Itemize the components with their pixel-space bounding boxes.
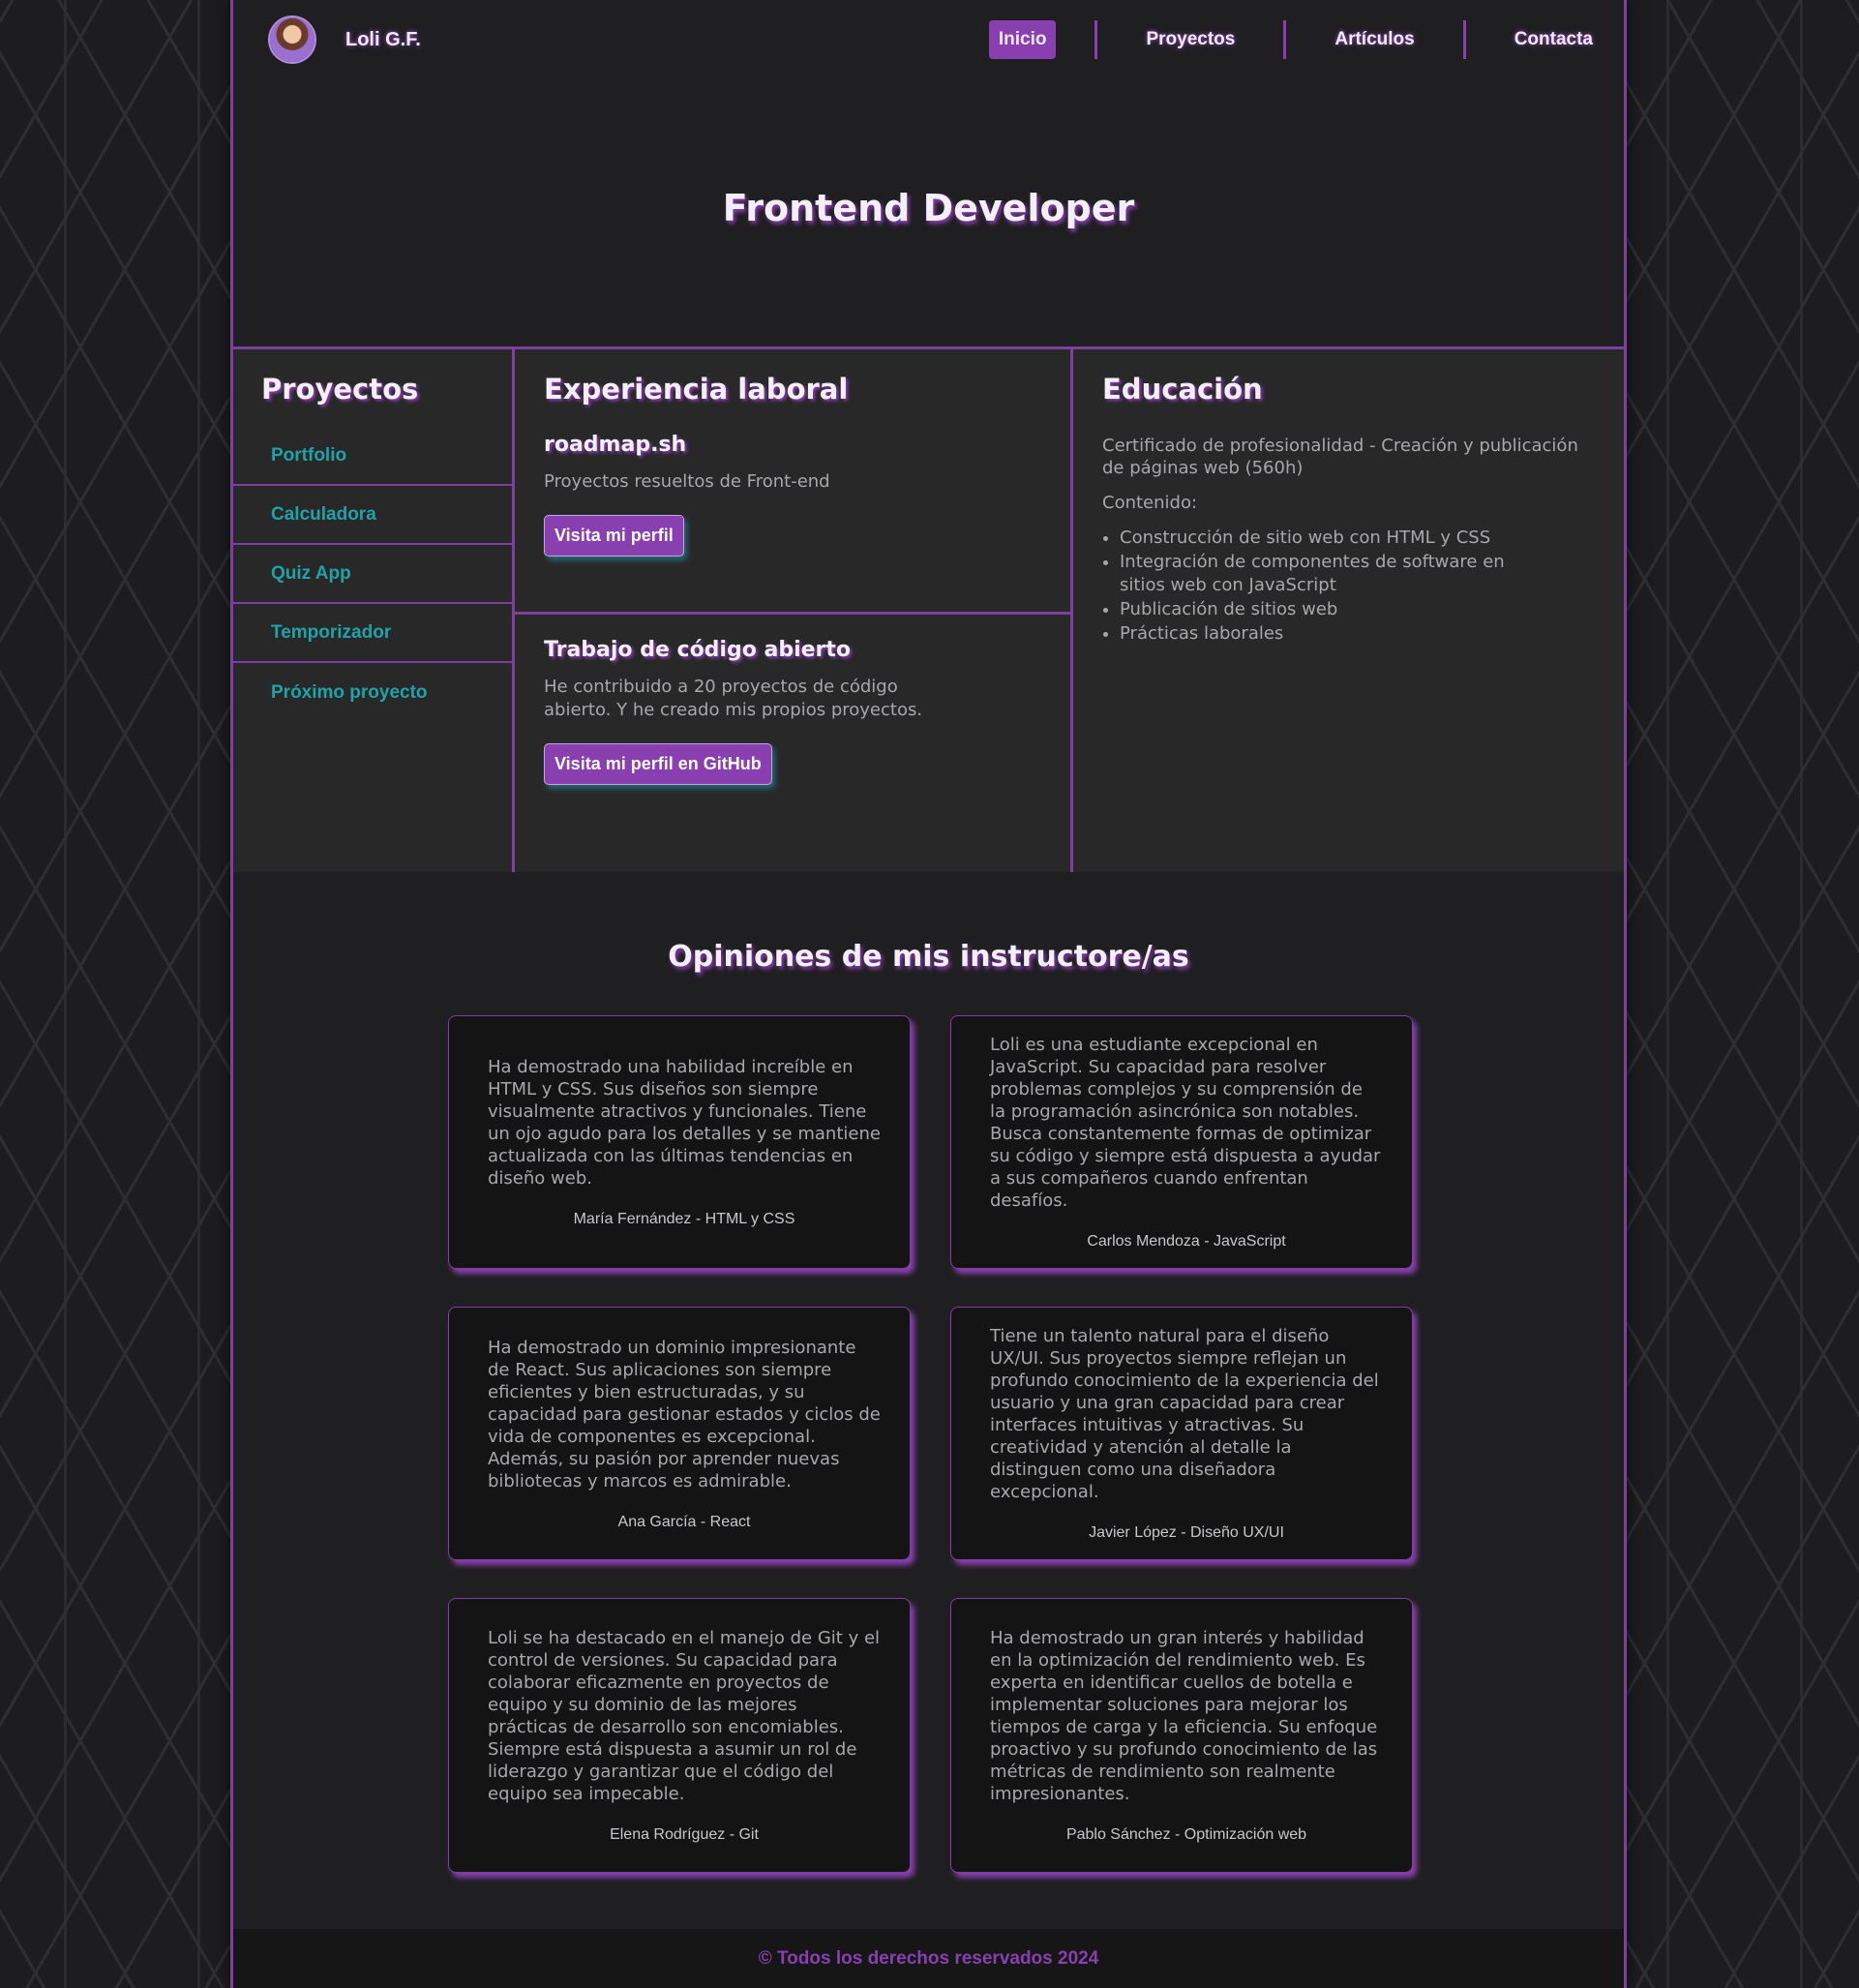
brand-name[interactable]: Loli G.F. [345,29,421,51]
opinion-card: Tiene un talento natural para el diseño … [950,1307,1413,1560]
opinion-author: Pablo Sánchez - Optimización web [1065,1826,1307,1843]
content-label: Contenido: [1102,493,1198,513]
site-header: Loli G.F. Inicio Proyectos Artículos Con… [233,0,1624,82]
opinion-author: Elena Rodríguez - Git [610,1826,759,1843]
opinion-author: María Fernández - HTML y CSS [573,1211,795,1227]
content-list: Construcción de sitio web con HTML y CSS… [1102,527,1555,646]
nav-divider [1462,20,1466,59]
visit-profile-button[interactable]: Visita mi perfil [544,515,684,557]
projects-column: Proyectos Portfolio Calculadora Quiz App… [233,349,515,872]
nav-inicio[interactable]: Inicio [988,20,1057,59]
opinion-card: Loli es una estudiante excepcional en Ja… [950,1015,1413,1269]
education-column: Educación Certificado de profesionalidad… [1073,349,1624,872]
opinion-card: Ha demostrado un dominio impresionante d… [448,1307,911,1560]
hero-title: Frontend Developer [722,187,1135,230]
nav-divider [1094,20,1098,59]
list-item: Integración de componentes de software e… [1120,551,1555,597]
job-title: roadmap.sh [544,433,687,457]
opinion-card: Loli se ha destacado en el manejo de Git… [448,1598,911,1873]
avatar[interactable] [270,17,315,62]
job-description: He contribuido a 20 proyectos de código … [544,677,923,720]
nav-contacta[interactable]: Contacta [1505,20,1603,59]
project-link-calculadora[interactable]: Calculadora [233,486,512,545]
nav-proyectos[interactable]: Proyectos [1136,20,1244,59]
list-item: Publicación de sitios web [1120,598,1555,621]
opinion-text: Loli se ha destacado en el manejo de Git… [488,1628,881,1804]
experience-title: Experiencia laboral [544,373,849,406]
certificate-text: Certificado de profesionalidad - Creació… [1102,436,1578,478]
opinions-grid: Ha demostrado una habilidad increíble en… [448,1015,1416,1873]
experience-column: Experiencia laboral roadmap.sh Proyectos… [515,349,1073,872]
job-description: Proyectos resueltos de Front-end [544,471,830,492]
education-title: Educación [1102,373,1263,406]
opinion-author: Ana García - React [617,1513,751,1530]
project-link-portfolio[interactable]: Portfolio [233,427,512,486]
nav-divider [1283,20,1287,59]
job-title: Trabajo de código abierto [544,638,852,662]
experience-roadmap: Experiencia laboral roadmap.sh Proyectos… [515,349,1070,615]
opinion-card: Ha demostrado un gran interés y habilida… [950,1598,1413,1873]
site-footer: © Todos los derechos reservados 2024 [233,1929,1624,1988]
opinions-title: Opiniones de mis instructore/as [668,939,1189,974]
opinion-card: Ha demostrado una habilidad increíble en… [448,1015,911,1269]
main-nav: Inicio Proyectos Artículos Contacta [988,20,1603,59]
visit-github-button[interactable]: Visita mi perfil en GitHub [544,743,772,785]
list-item: Construcción de sitio web con HTML y CSS [1120,527,1555,550]
opinion-author: Carlos Mendoza - JavaScript [1087,1233,1286,1250]
projects-title: Proyectos [261,373,419,406]
experience-open-source: Trabajo de código abierto He contribuido… [515,615,1070,785]
opinion-text: Ha demostrado una habilidad increíble en… [488,1057,881,1189]
opinion-text: Loli es una estudiante excepcional en Ja… [990,1035,1381,1211]
opinion-text: Ha demostrado un dominio impresionante d… [488,1337,881,1491]
opinion-text: Ha demostrado un gran interés y habilida… [990,1628,1378,1804]
page-container: Loli G.F. Inicio Proyectos Artículos Con… [230,0,1627,1988]
nav-articulos[interactable]: Artículos [1325,20,1424,59]
info-grid: Proyectos Portfolio Calculadora Quiz App… [233,346,1624,872]
project-link-temporizador[interactable]: Temporizador [233,604,512,663]
project-link-quiz-app[interactable]: Quiz App [233,545,512,604]
list-item: Prácticas laborales [1120,622,1555,646]
opinion-author: Javier López - Diseño UX/UI [1089,1524,1284,1541]
project-link-proximo[interactable]: Próximo proyecto [233,663,512,722]
opinion-text: Tiene un talento natural para el diseño … [990,1326,1379,1502]
